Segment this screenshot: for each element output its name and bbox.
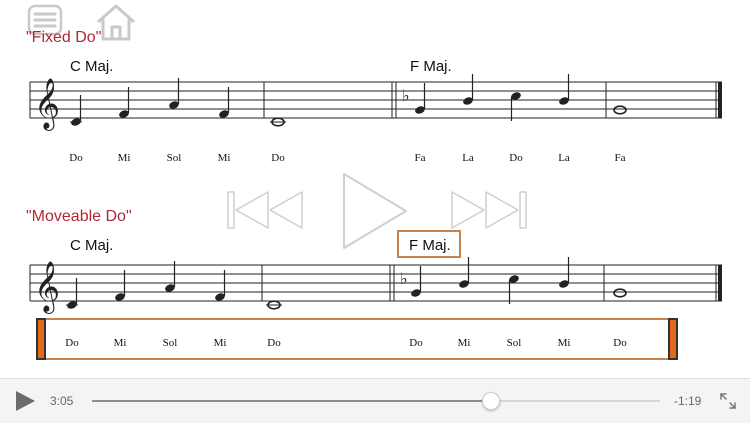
forward-button[interactable] [446, 186, 530, 234]
progress-thumb[interactable] [481, 392, 500, 410]
syllable: Do [65, 337, 79, 349]
syllable: Do [69, 152, 83, 164]
syllable: La [558, 152, 570, 164]
highlight-right-cap [668, 318, 678, 360]
syllable: Mi [557, 337, 571, 349]
syllable: La [462, 152, 474, 164]
play-icon [343, 173, 407, 249]
syllable: Fa [414, 152, 426, 164]
syllable: Do [267, 337, 281, 349]
skip-back-icon [227, 191, 303, 229]
play-button[interactable] [12, 389, 38, 413]
syllable: Fa [614, 152, 626, 164]
fullscreen-button[interactable] [718, 391, 738, 411]
elapsed-time: 3:05 [50, 394, 74, 408]
svg-text:♭: ♭ [402, 86, 410, 105]
rewind-button[interactable] [224, 186, 308, 234]
progress-fill [92, 400, 490, 402]
highlight-left-cap [36, 318, 46, 360]
syllable: Mi [117, 152, 131, 164]
syllable: Mi [113, 337, 127, 349]
syllable: Sol [166, 152, 182, 164]
syllable: Mi [213, 337, 227, 349]
progress-slider[interactable] [92, 392, 660, 410]
key-label-c-major: C Maj. [70, 237, 114, 254]
svg-text:♭: ♭ [400, 269, 408, 288]
svg-text:𝄞: 𝄞 [34, 78, 60, 131]
key-label-f-major: F Maj. [410, 58, 452, 75]
play-overlay-button[interactable] [336, 168, 412, 254]
syllable: Sol [162, 337, 178, 349]
playback-bar: 3:05 -1:19 [0, 378, 750, 423]
syllable: Do [509, 152, 523, 164]
syllable: Sol [506, 337, 522, 349]
remaining-time: -1:19 [674, 394, 702, 408]
section-title-fixed-do: "Fixed Do" [26, 29, 102, 46]
play-icon [16, 391, 35, 411]
syllable-highlight-box [36, 318, 678, 360]
key-label-f-major: F Maj. [409, 237, 451, 254]
skip-forward-icon [451, 191, 527, 229]
section-title-moveable-do: "Moveable Do" [26, 208, 132, 225]
svg-text:𝄞: 𝄞 [34, 261, 60, 314]
syllable: Mi [457, 337, 471, 349]
syllable: Mi [217, 152, 231, 164]
syllable: Do [613, 337, 627, 349]
key-label-c-major: C Maj. [70, 58, 114, 75]
expand-icon [720, 393, 736, 409]
syllable: Do [409, 337, 423, 349]
syllable: Do [271, 152, 285, 164]
